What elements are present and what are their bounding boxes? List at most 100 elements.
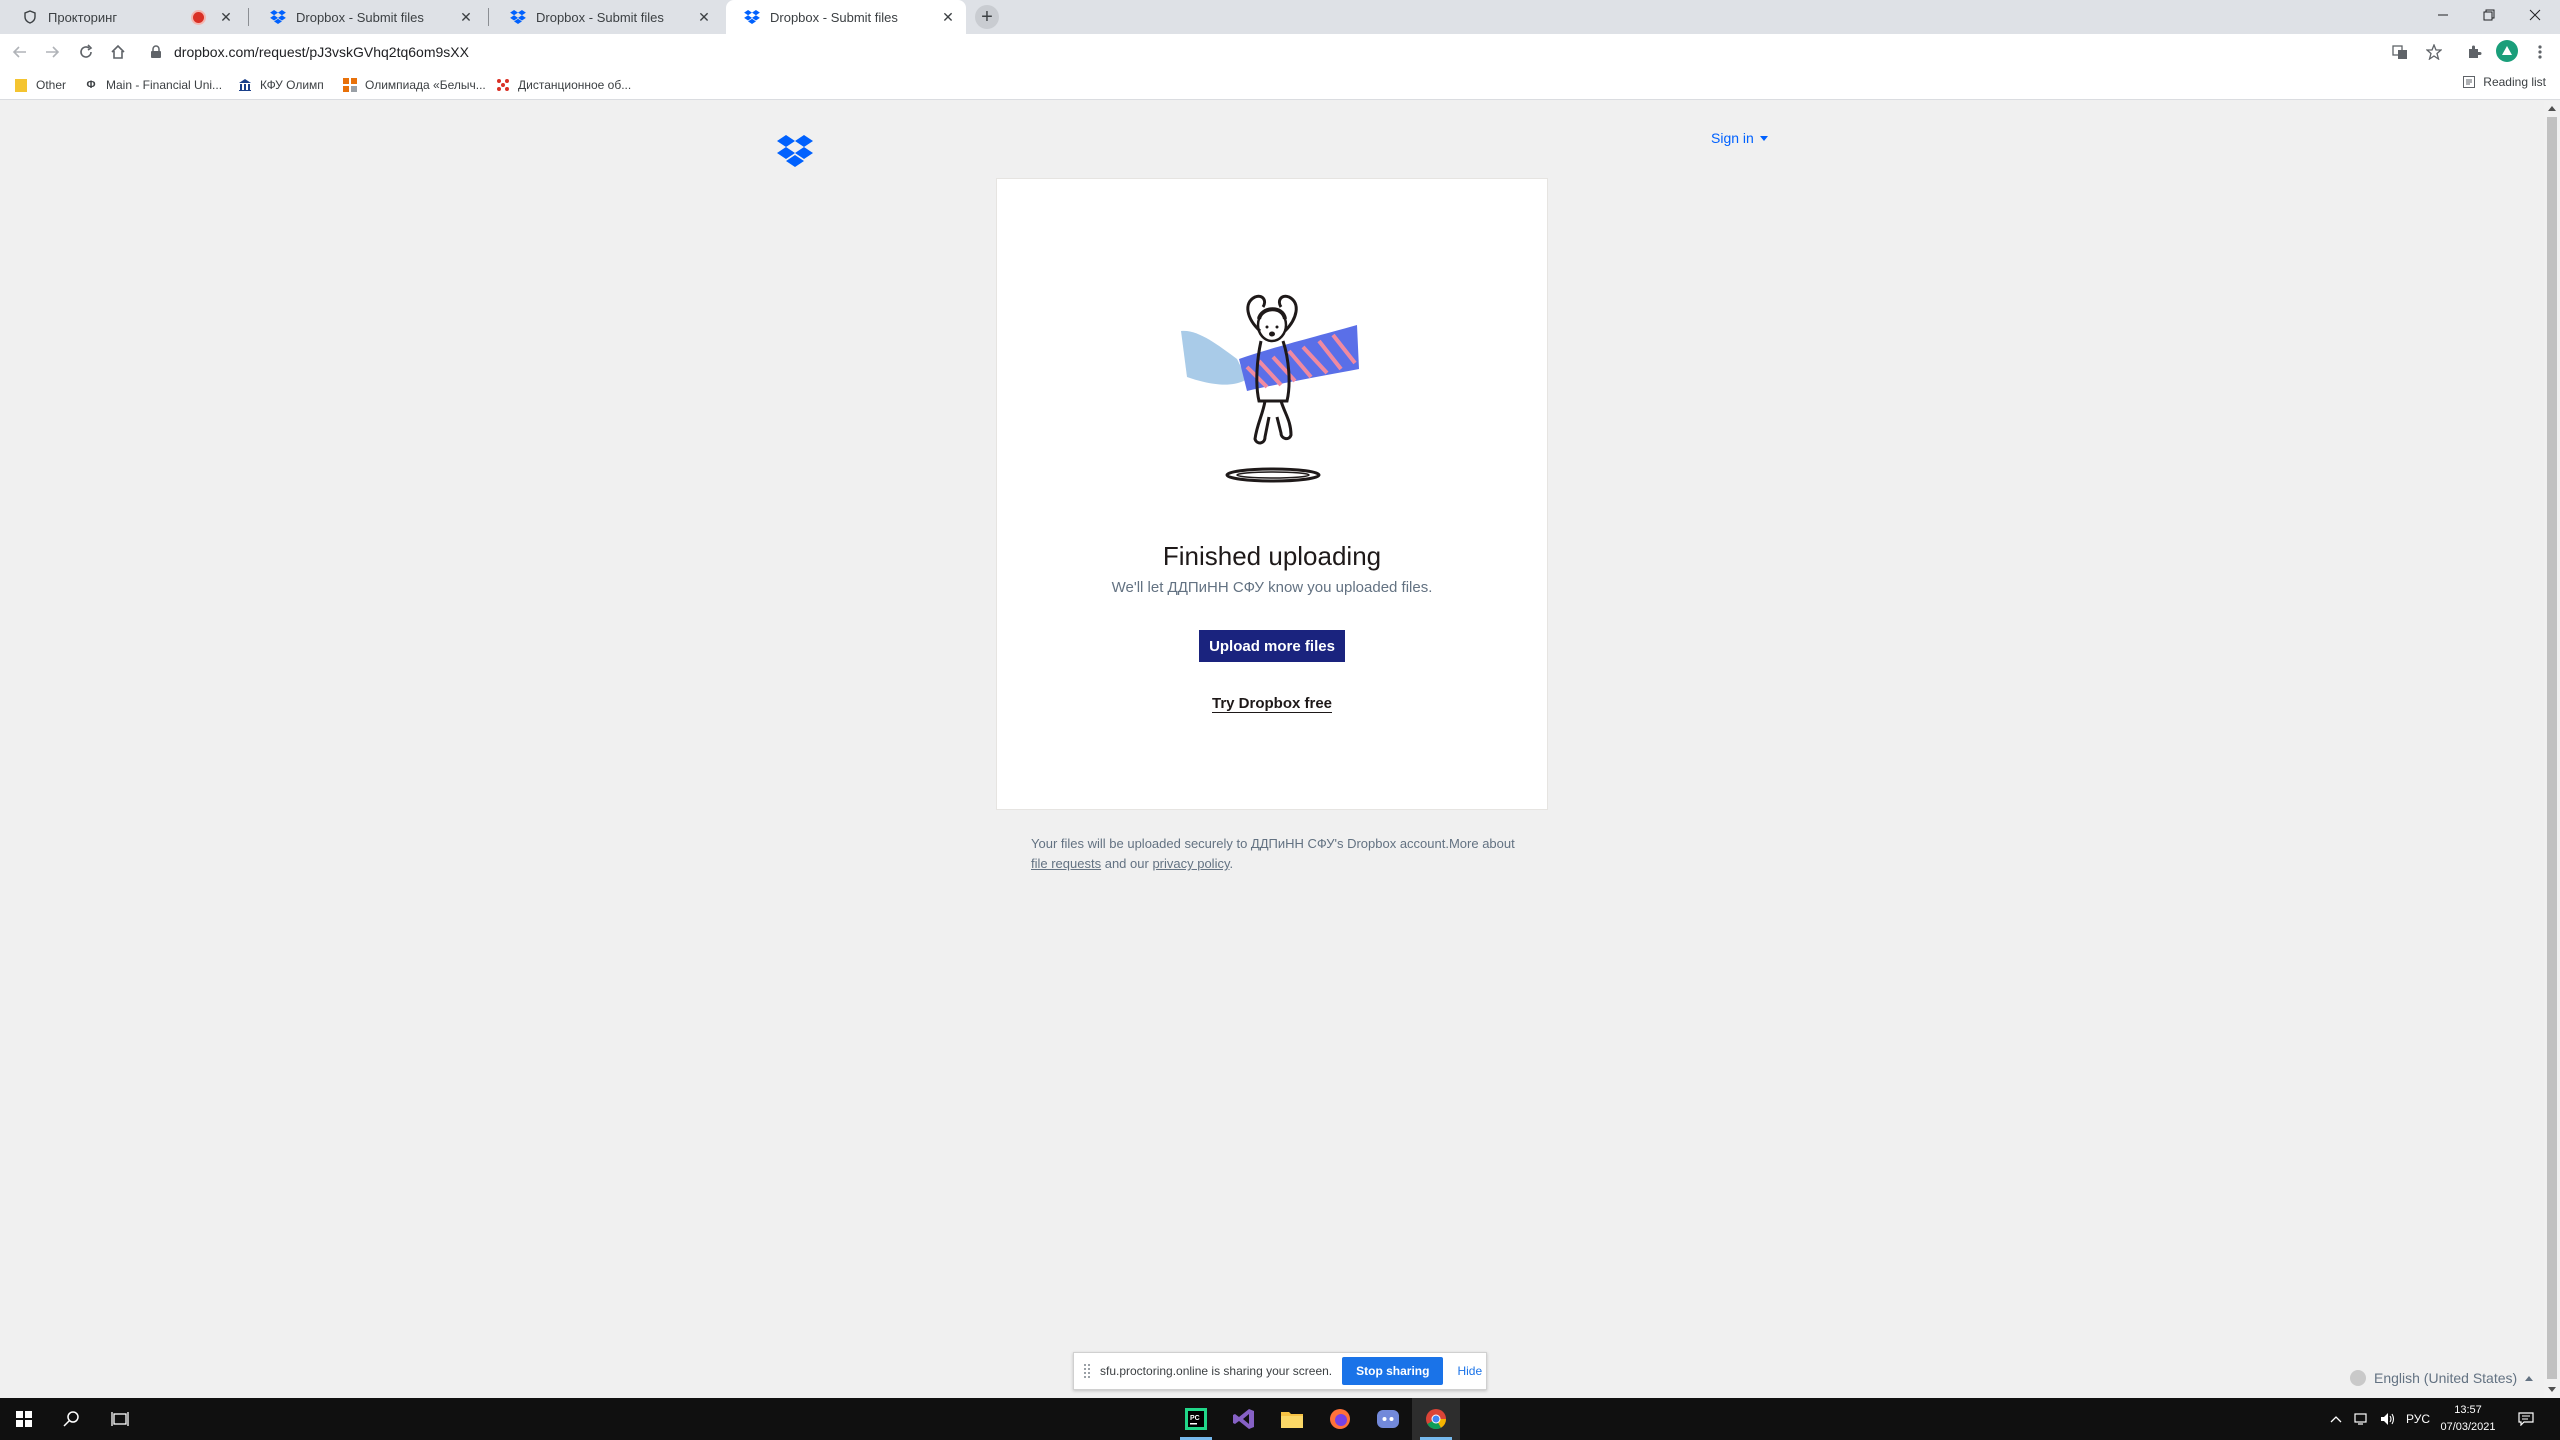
menu-kebab-icon[interactable] bbox=[2528, 40, 2552, 64]
close-window-button[interactable] bbox=[2512, 0, 2558, 30]
file-explorer-icon[interactable] bbox=[1268, 1398, 1316, 1440]
bookmarks-bar: Other Φ Main - Financial Uni... КФУ Олим… bbox=[0, 70, 2560, 100]
tab-divider bbox=[248, 8, 249, 26]
tab-proctoring[interactable]: Прокторинг ✕ bbox=[4, 0, 244, 34]
keyboard-language[interactable]: РУС bbox=[2406, 1398, 2430, 1440]
svg-text:PC: PC bbox=[1190, 1415, 1200, 1422]
share-message: sfu.proctoring.online is sharing your sc… bbox=[1100, 1364, 1333, 1378]
dropbox-logo-icon[interactable] bbox=[777, 135, 813, 167]
address-bar[interactable]: dropbox.com/request/pJ3vskGVhq2tq6om9sXX bbox=[140, 38, 2420, 66]
reading-list-button[interactable]: Reading list bbox=[2463, 75, 2546, 89]
celebration-illustration bbox=[1177, 289, 1367, 489]
close-tab-icon[interactable]: ✕ bbox=[218, 9, 234, 25]
tab-dropbox-1[interactable]: Dropbox - Submit files ✕ bbox=[252, 0, 484, 34]
screen-share-bar: sfu.proctoring.online is sharing your sc… bbox=[1073, 1352, 1487, 1390]
bookmark-other[interactable]: Other bbox=[14, 75, 66, 95]
start-windows-icon[interactable] bbox=[0, 1398, 48, 1440]
folder-icon bbox=[14, 78, 28, 92]
reading-list-icon bbox=[2463, 76, 2476, 88]
footnote-and: and our bbox=[1104, 856, 1149, 871]
tab-divider bbox=[488, 8, 489, 26]
task-view-icon[interactable] bbox=[96, 1398, 144, 1440]
file-requests-link[interactable]: file requests bbox=[1031, 856, 1101, 871]
chevron-up-icon bbox=[2525, 1375, 2534, 1381]
clock-date: 07/03/2021 bbox=[2440, 1421, 2496, 1433]
browser-toolbar: dropbox.com/request/pJ3vskGVhq2tq6om9sXX bbox=[0, 34, 2560, 70]
page-scrollbar[interactable] bbox=[2544, 101, 2560, 1398]
chrome-icon[interactable] bbox=[1412, 1398, 1460, 1440]
upload-more-files-button[interactable]: Upload more files bbox=[1199, 630, 1345, 662]
dropbox-icon bbox=[510, 9, 526, 25]
shield-icon bbox=[22, 9, 38, 25]
sign-in-label: Sign in bbox=[1711, 130, 1754, 146]
translate-icon[interactable] bbox=[2388, 40, 2412, 64]
language-label: English (United States) bbox=[2374, 1370, 2518, 1386]
lock-icon[interactable] bbox=[150, 45, 164, 59]
windows-taskbar: PC РУС 13:57 07/03/2021 bbox=[0, 1398, 2560, 1440]
hide-button[interactable]: Hide bbox=[1457, 1364, 1482, 1378]
home-icon[interactable] bbox=[106, 40, 130, 64]
minimize-button[interactable] bbox=[2420, 0, 2466, 30]
upload-complete-card: Finished uploading We'll let ДДПиНН СФУ … bbox=[996, 178, 1548, 810]
tab-dropbox-2[interactable]: Dropbox - Submit files ✕ bbox=[492, 0, 722, 34]
new-tab-button[interactable]: + bbox=[975, 5, 999, 29]
sign-in-menu[interactable]: Sign in bbox=[1711, 130, 1768, 146]
tab-strip: Прокторинг ✕ Dropbox - Submit files ✕ Dr… bbox=[0, 0, 2560, 34]
stop-sharing-button[interactable]: Stop sharing bbox=[1342, 1357, 1444, 1385]
bookmark-kfu[interactable]: КФУ Олимп bbox=[238, 75, 324, 95]
bookmark-financial-uni[interactable]: Φ Main - Financial Uni... bbox=[84, 75, 222, 95]
tab-dropbox-active[interactable]: Dropbox - Submit files ✕ bbox=[726, 0, 966, 34]
bookmark-label: КФУ Олимп bbox=[260, 78, 324, 92]
bookmark-star-icon[interactable] bbox=[2422, 40, 2446, 64]
network-icon[interactable] bbox=[2354, 1398, 2370, 1440]
tab-title: Dropbox - Submit files bbox=[770, 9, 898, 25]
close-tab-icon[interactable]: ✕ bbox=[940, 9, 956, 25]
recording-indicator-icon bbox=[193, 11, 204, 23]
footnote-text: Your files will be uploaded securely to … bbox=[1031, 836, 1515, 851]
chevron-down-icon bbox=[1759, 135, 1768, 141]
system-clock[interactable]: 13:57 07/03/2021 bbox=[2428, 1402, 2508, 1436]
restore-button[interactable] bbox=[2466, 0, 2512, 30]
language-selector[interactable]: English (United States) bbox=[2350, 1370, 2534, 1386]
bookmark-distance[interactable]: Дистанционное об... bbox=[496, 75, 631, 95]
scrollbar-thumb[interactable] bbox=[2547, 117, 2557, 1379]
dropbox-icon bbox=[270, 9, 286, 25]
close-tab-icon[interactable]: ✕ bbox=[696, 9, 712, 25]
discord-icon[interactable] bbox=[1364, 1398, 1412, 1440]
forward-icon[interactable] bbox=[40, 40, 64, 64]
pycharm-icon[interactable]: PC bbox=[1172, 1398, 1220, 1440]
bookmark-label: Main - Financial Uni... bbox=[106, 78, 223, 92]
profile-avatar[interactable] bbox=[2496, 40, 2518, 62]
firefox-icon[interactable] bbox=[1316, 1398, 1364, 1440]
drag-handle-icon[interactable] bbox=[1084, 1364, 1090, 1378]
phi-icon: Φ bbox=[86, 79, 96, 91]
try-dropbox-free-link[interactable]: Try Dropbox free bbox=[997, 695, 1547, 713]
privacy-policy-link[interactable]: privacy policy bbox=[1152, 856, 1229, 871]
tab-title: Dropbox - Submit files bbox=[536, 9, 664, 25]
page-title: Finished uploading bbox=[1162, 541, 1382, 571]
search-icon[interactable] bbox=[48, 1398, 96, 1440]
tray-chevron-up-icon[interactable] bbox=[2330, 1398, 2342, 1440]
visual-studio-icon[interactable] bbox=[1220, 1398, 1268, 1440]
globe-icon bbox=[2350, 1370, 2366, 1386]
footnote-end: . bbox=[1229, 856, 1234, 871]
dots-icon bbox=[496, 78, 510, 92]
bookmark-label: Other bbox=[36, 78, 67, 92]
reading-list-label: Reading list bbox=[2483, 75, 2546, 89]
bookmark-label: Дистанционное об... bbox=[518, 78, 632, 92]
scroll-down-icon[interactable] bbox=[2548, 1387, 2556, 1392]
bookmark-olympiad[interactable]: Олимпиада «Белыч... bbox=[343, 75, 486, 95]
volume-icon[interactable] bbox=[2380, 1398, 2396, 1440]
notifications-icon[interactable] bbox=[2518, 1398, 2534, 1440]
close-tab-icon[interactable]: ✕ bbox=[458, 9, 474, 25]
reload-icon[interactable] bbox=[74, 40, 98, 64]
extensions-icon[interactable] bbox=[2462, 40, 2486, 64]
orange-grid-icon bbox=[343, 78, 357, 92]
scroll-up-icon[interactable] bbox=[2548, 106, 2556, 111]
url-text[interactable]: dropbox.com/request/pJ3vskGVhq2tq6om9sXX bbox=[174, 44, 469, 60]
back-icon[interactable] bbox=[8, 40, 32, 64]
tab-title: Dropbox - Submit files bbox=[296, 9, 424, 25]
bank-icon bbox=[238, 78, 252, 92]
footnote: Your files will be uploaded securely to … bbox=[1031, 834, 1531, 874]
clock-time: 13:57 bbox=[2454, 1404, 2482, 1416]
